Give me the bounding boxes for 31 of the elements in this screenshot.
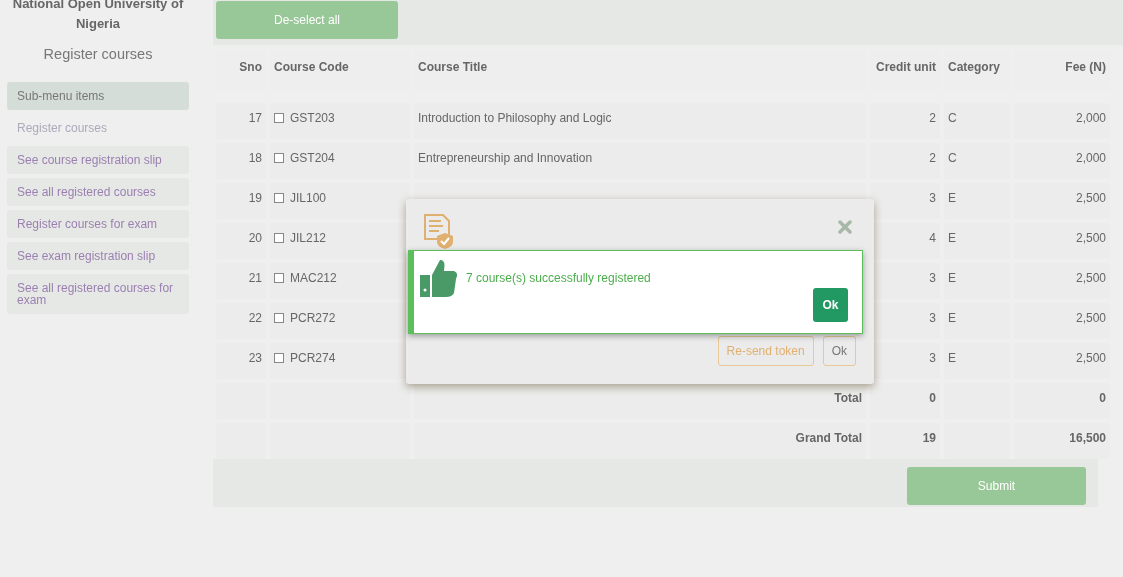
thumbs-up-icon (420, 257, 460, 299)
course-code: MAC212 (290, 271, 337, 285)
checkbox[interactable] (274, 193, 284, 203)
sidebar-item[interactable]: See all registered courses (7, 178, 189, 206)
page-heading: Register courses (42, 46, 154, 62)
sidebar-item[interactable]: See exam registration slip (7, 242, 189, 270)
success-message: 7 course(s) successfully registered (466, 271, 651, 285)
checkbox[interactable] (274, 113, 284, 123)
checkbox[interactable] (274, 153, 284, 163)
checkbox[interactable] (274, 233, 284, 243)
course-code: PCR274 (290, 351, 336, 365)
course-code: JIL100 (290, 191, 327, 205)
deselect-all-button[interactable]: De-select all (216, 1, 398, 39)
sidebar-item[interactable]: See course registration slip (7, 146, 189, 174)
submenu-header: Sub-menu items (7, 82, 189, 110)
course-code: GST203 (290, 111, 335, 125)
sidebar-item[interactable]: Register courses (7, 114, 189, 142)
resend-token-button[interactable]: Re-send token (717, 336, 814, 366)
course-code: PCR272 (290, 311, 336, 325)
course-code: JIL212 (290, 231, 327, 245)
checkbox[interactable] (274, 353, 284, 363)
sidebar-item[interactable]: Register courses for exam (7, 210, 189, 238)
sidebar-item[interactable]: See all registered courses for exam (7, 274, 189, 314)
course-code: GST204 (290, 151, 335, 165)
checkbox[interactable] (274, 313, 284, 323)
ok-button[interactable]: Ok (822, 336, 856, 366)
ok-button[interactable]: Ok (813, 288, 848, 322)
checkbox[interactable] (274, 273, 284, 283)
submit-button[interactable]: Submit (907, 467, 1086, 505)
course-title: Introduction to Philosophy and Logic (418, 111, 612, 125)
course-title: Entrepreneurship and Innovation (418, 151, 593, 165)
